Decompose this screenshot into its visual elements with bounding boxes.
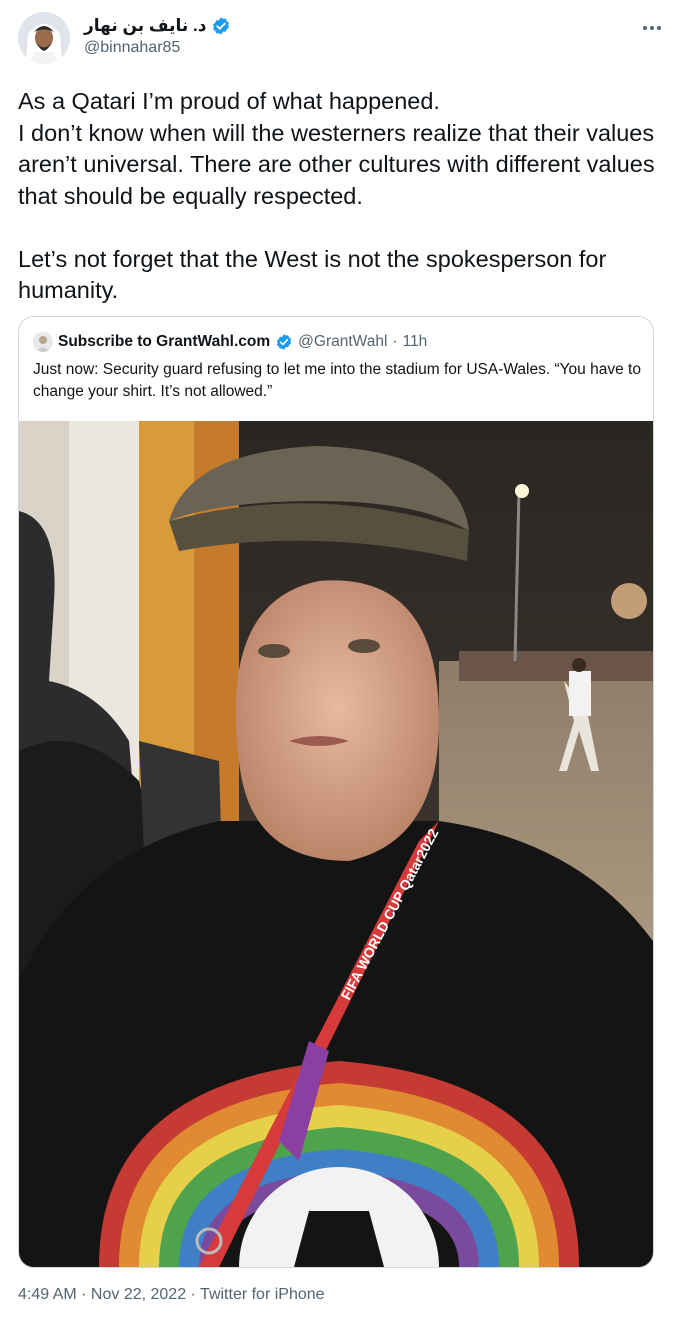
quoted-author-name: Subscribe to GrantWahl.com [58, 333, 271, 350]
tweet-header: د. نايف بن نهار @binnahar85 [18, 12, 664, 66]
tweet-footer: 4:49 AM · Nov 22, 2022 · Twitter for iPh… [18, 1286, 325, 1304]
quoted-author-avatar [33, 332, 53, 352]
quoted-author-handle: @GrantWahl [298, 333, 388, 350]
quoted-verified-badge-icon [275, 333, 293, 351]
quoted-tweet[interactable]: Subscribe to GrantWahl.com @GrantWahl · … [18, 316, 654, 1268]
quoted-separator: · [392, 333, 398, 350]
more-horizontal-icon[interactable] [640, 18, 664, 38]
tweet-text: As a Qatari I’m proud of what happened. … [18, 88, 655, 303]
tweet-time[interactable]: 4:49 AM [18, 1286, 77, 1303]
footer-separator: · [76, 1286, 91, 1303]
quoted-tweet-text: Just now: Security guard refusing to let… [33, 361, 641, 400]
author-avatar[interactable] [18, 12, 70, 64]
author-handle[interactable]: @binnahar85 [84, 39, 231, 57]
tweet-date[interactable]: Nov 22, 2022 [91, 1286, 186, 1303]
footer-separator: · [186, 1286, 201, 1303]
author-display-name[interactable]: د. نايف بن نهار [84, 16, 206, 36]
verified-badge-icon [211, 16, 231, 36]
quoted-photo[interactable]: FIFA WORLD CUP Qatar2022 [19, 421, 653, 1267]
quoted-time: 11h [402, 333, 428, 350]
tweet-source[interactable]: Twitter for iPhone [200, 1286, 325, 1303]
